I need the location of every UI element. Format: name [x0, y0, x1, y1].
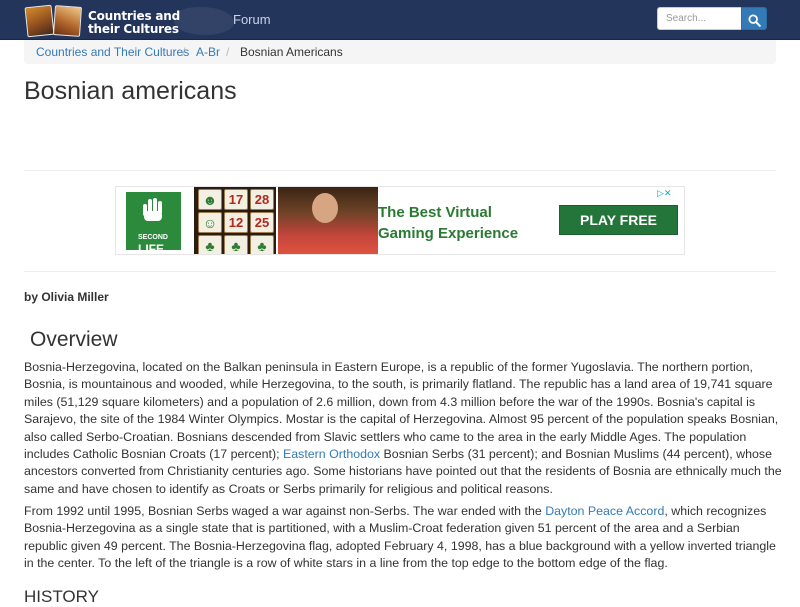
hand-icon	[143, 198, 162, 221]
paragraph-text: Bosnia-Herzegovina, located on the Balka…	[24, 360, 779, 462]
divider	[24, 170, 776, 171]
ad-game-tiles: ☻ 17 28 ☺ 12 25 ♣ ♣ ♣	[194, 187, 276, 254]
breadcrumb-link-countries[interactable]: Countries and Their Cultures	[36, 45, 189, 59]
ad-tile-skull-icon: ☻	[198, 189, 222, 210]
link-eastern-orthodox[interactable]: Eastern Orthodox	[283, 447, 380, 461]
paragraph-text: From 1992 until 1995, Bosnian Serbs wage…	[24, 504, 546, 518]
ad-play-free-button[interactable]: PLAY FREE	[559, 205, 678, 235]
ad-tile: 17	[224, 189, 248, 210]
breadcrumb-link-a-br[interactable]: A-Br	[196, 45, 220, 59]
breadcrumb-separator: /	[182, 45, 186, 59]
logo-image	[24, 3, 84, 38]
logo-photo-right	[52, 5, 83, 37]
ad-tile-clover-icon: ♣	[198, 235, 222, 254]
breadcrumb-current: Bosnian Americans	[240, 45, 343, 59]
search-input[interactable]	[657, 7, 741, 30]
ad-tile-clover-icon: ♣	[250, 235, 274, 254]
logo-text-line1: Countries and	[88, 9, 180, 23]
ad-tile-face-icon: ☺	[198, 212, 222, 233]
ad-tile-clover-icon: ♣	[224, 235, 248, 254]
divider	[24, 271, 776, 272]
ad-headline: The Best Virtual Gaming Experience	[378, 204, 519, 242]
logo-photo-left	[24, 4, 55, 38]
breadcrumb-separator: /	[226, 45, 230, 59]
ad-avatar-face	[312, 193, 338, 223]
ad-tile: 25	[250, 212, 274, 233]
search-button[interactable]	[741, 7, 767, 30]
site-logo[interactable]: Countries and their Cultures	[24, 3, 234, 38]
overview-paragraph-2: From 1992 until 1995, Bosnian Serbs wage…	[24, 503, 784, 573]
link-dayton-peace-accord[interactable]: Dayton Peace Accord	[545, 504, 664, 518]
search-icon	[747, 14, 761, 27]
overview-paragraph-1: Bosnia-Herzegovina, located on the Balka…	[24, 359, 784, 498]
ad-tile: 28	[250, 189, 274, 210]
ad-brand-logo: SECOND LIFE	[126, 192, 181, 254]
ad-banner[interactable]: SECOND LIFE ☻ 17 28 ☺ 12 25 ♣ ♣ ♣ The Bes…	[115, 186, 685, 255]
ad-avatar-image	[278, 187, 378, 254]
adchoices-icon[interactable]: ▷✕	[657, 188, 681, 199]
logo-map-graphic	[174, 7, 234, 35]
section-heading-overview: Overview	[30, 328, 118, 351]
ad-tile: 12	[224, 212, 248, 233]
top-navbar: Countries and their Cultures Forum	[0, 0, 800, 40]
breadcrumb: Countries and Their Cultures / A-Br / Bo…	[24, 40, 776, 64]
page-title: Bosnian americans	[24, 77, 237, 105]
logo-text-line2: their Cultures	[88, 22, 179, 36]
section-heading-history: HISTORY	[24, 587, 99, 606]
nav-link-forum[interactable]: Forum	[233, 12, 271, 27]
ad-brand-text: SECOND LIFE	[138, 234, 168, 255]
article-author: by Olivia Miller	[24, 290, 109, 304]
